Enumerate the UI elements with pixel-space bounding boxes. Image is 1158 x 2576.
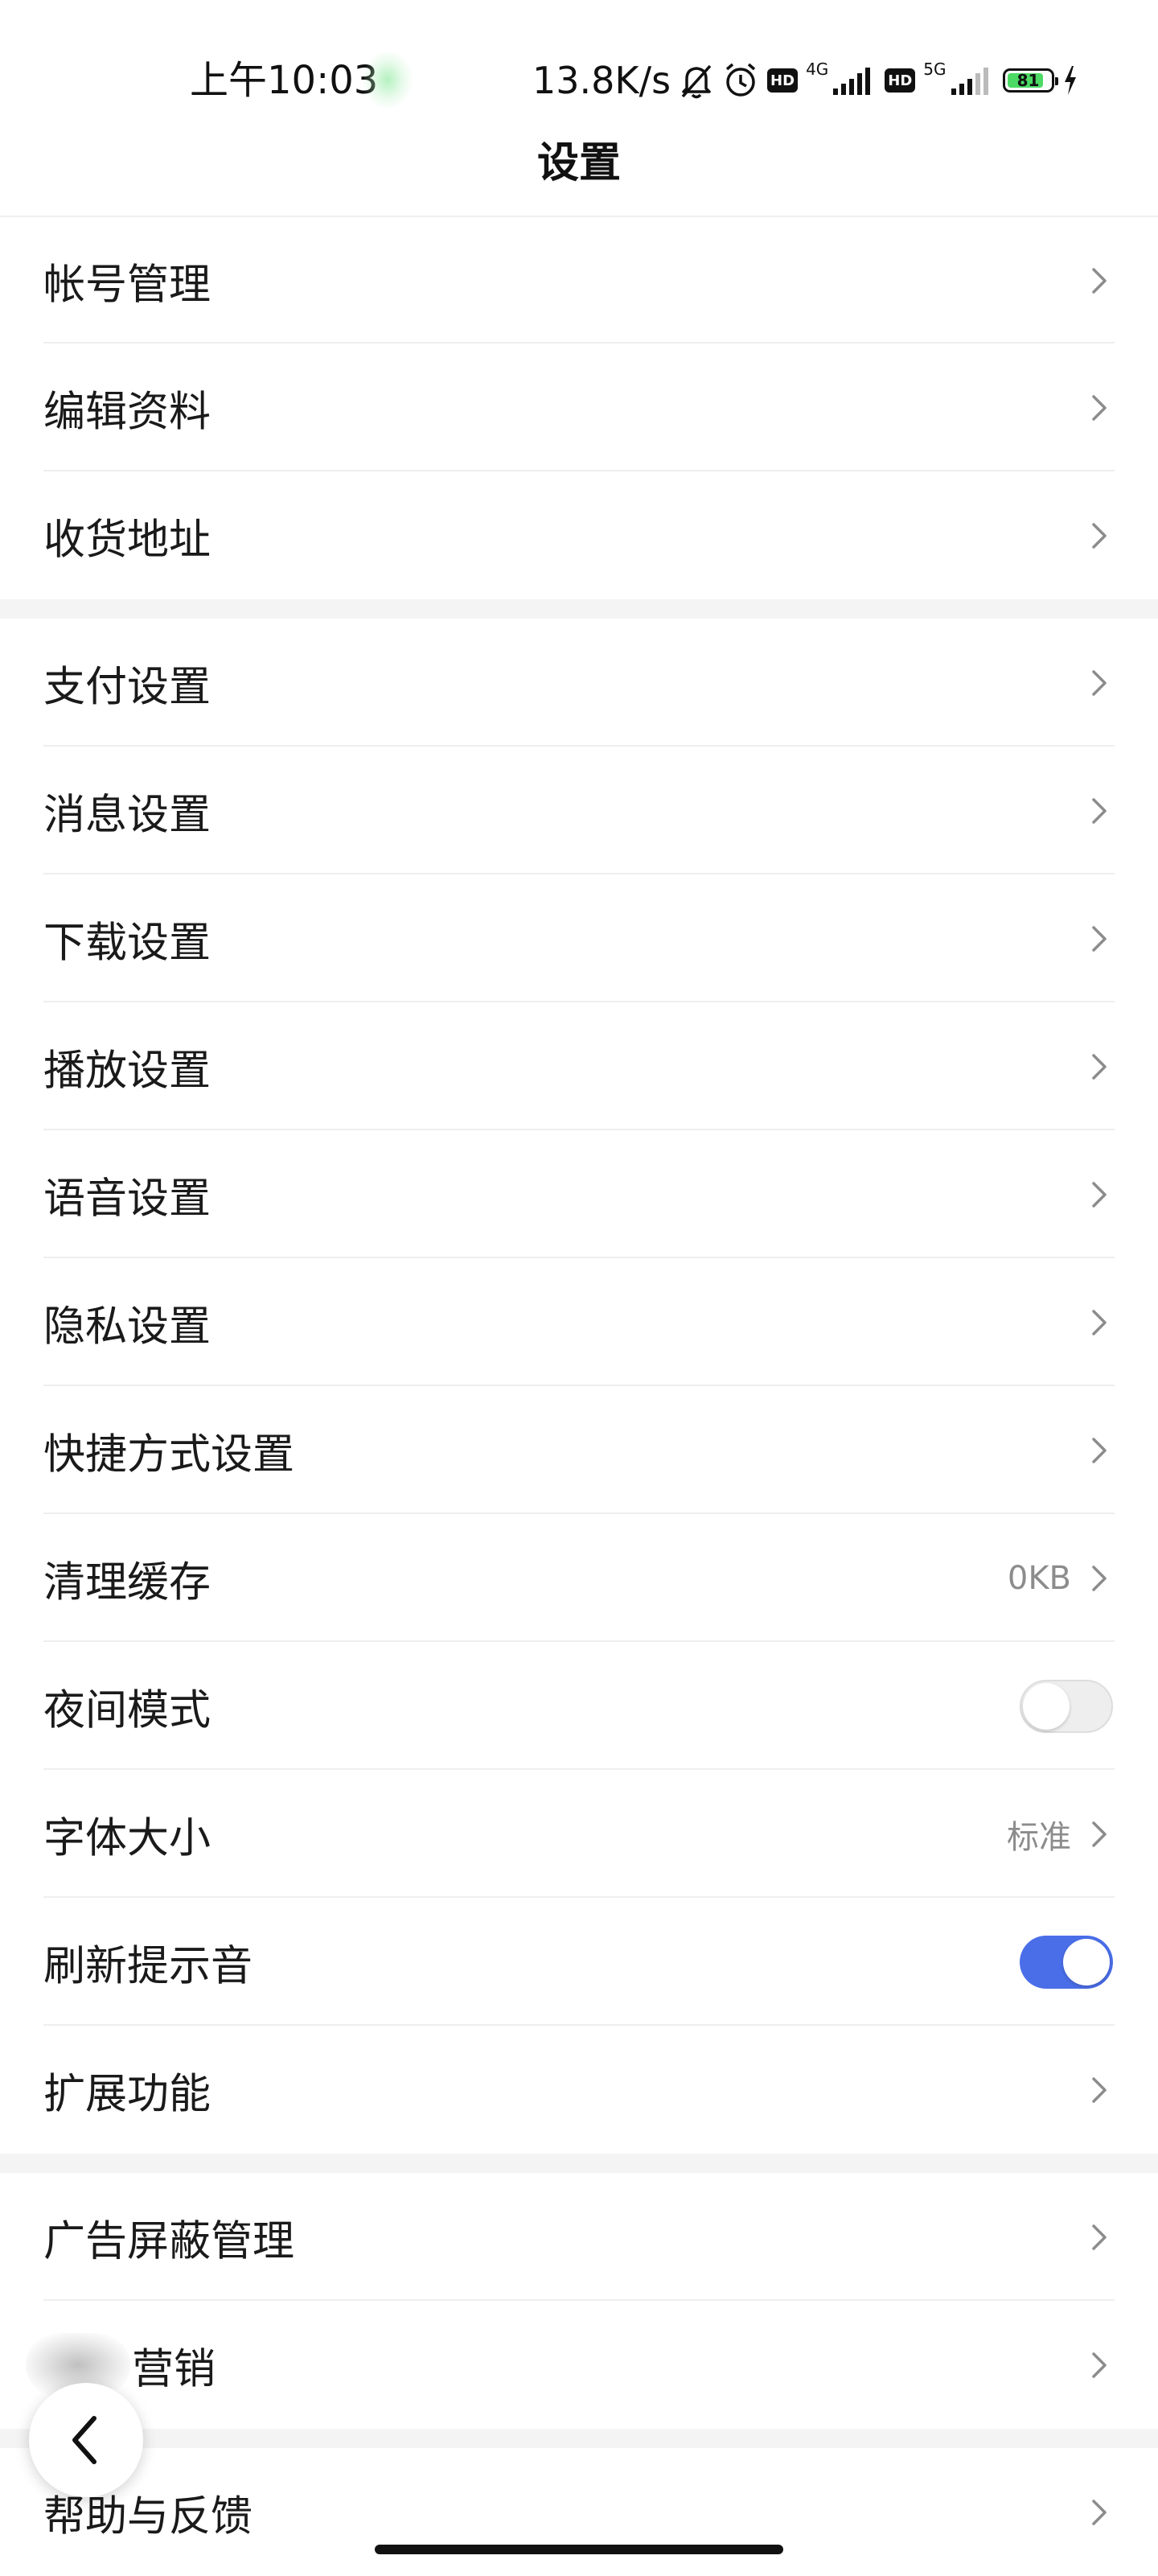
chevron-right-icon bbox=[1092, 2499, 1107, 2525]
alarm-icon bbox=[722, 61, 759, 100]
network-speed: 13.8K/s bbox=[532, 59, 671, 102]
chevron-right-icon bbox=[1092, 1565, 1107, 1591]
chevron-right-icon bbox=[1092, 2224, 1107, 2250]
chevron-right-icon bbox=[1092, 1437, 1107, 1463]
group-separator bbox=[0, 599, 1158, 619]
settings-item-label: 营销 bbox=[132, 2345, 216, 2393]
chevron-right-icon bbox=[1092, 925, 1107, 952]
settings-item-label: 下载设置 bbox=[43, 919, 211, 967]
status-indicators: 13.8K/s HD 4G HD 5G 81 bbox=[532, 56, 1078, 105]
settings-item-label: 消息设置 bbox=[43, 791, 211, 839]
network-type-4g: 4G bbox=[806, 60, 829, 79]
settings-item-account-management[interactable]: 帐号管理 bbox=[0, 217, 1158, 344]
settings-item-edit-profile[interactable]: 编辑资料 bbox=[0, 344, 1158, 471]
chevron-right-icon bbox=[1092, 1309, 1107, 1335]
settings-item-clear-cache[interactable]: 清理缓存 0KB bbox=[0, 1514, 1158, 1642]
settings-item-message-settings[interactable]: 消息设置 bbox=[0, 747, 1158, 874]
chevron-right-icon bbox=[1092, 522, 1107, 549]
settings-list: 帐号管理 编辑资料 收货地址 支付设置 消息设置 下载设置 播放设置 语音设置 bbox=[0, 216, 1158, 2576]
settings-item-download-settings[interactable]: 下载设置 bbox=[0, 874, 1158, 1002]
signal-5g-icon bbox=[950, 64, 995, 97]
network-type-5g: 5G bbox=[923, 60, 947, 79]
settings-item-shortcut-settings[interactable]: 快捷方式设置 bbox=[0, 1386, 1158, 1514]
page-title: 设置 bbox=[536, 139, 621, 187]
settings-item-label: 帐号管理 bbox=[43, 261, 211, 309]
status-time: 上午10:03 bbox=[190, 58, 379, 103]
settings-item-label: 刷新提示音 bbox=[43, 1942, 253, 1990]
back-button[interactable] bbox=[29, 2383, 143, 2497]
hd-icon: HD bbox=[767, 68, 799, 93]
settings-item-marketing[interactable]: 营销 bbox=[0, 2301, 1158, 2429]
settings-item-label: 播放设置 bbox=[43, 1047, 211, 1095]
chevron-right-icon bbox=[1092, 1181, 1107, 1208]
hd-icon: HD bbox=[885, 68, 916, 93]
settings-item-font-size[interactable]: 字体大小 标准 bbox=[0, 1770, 1158, 1898]
status-notification-blur bbox=[363, 51, 412, 108]
signal-4g-icon bbox=[832, 64, 877, 97]
battery-level: 81 bbox=[1016, 71, 1040, 90]
settings-item-label: 夜间模式 bbox=[43, 1686, 211, 1734]
settings-item-payment-settings[interactable]: 支付设置 bbox=[0, 619, 1158, 747]
status-bar: 上午10:03 13.8K/s HD 4G HD 5G 81 bbox=[0, 0, 1158, 158]
settings-item-label: 扩展功能 bbox=[43, 2070, 211, 2118]
settings-item-label: 编辑资料 bbox=[43, 388, 211, 436]
settings-item-playback-settings[interactable]: 播放设置 bbox=[0, 1002, 1158, 1130]
chevron-right-icon bbox=[1092, 1821, 1107, 1847]
settings-item-ad-blocking[interactable]: 广告屏蔽管理 bbox=[0, 2173, 1158, 2301]
chevron-right-icon bbox=[1092, 2076, 1107, 2103]
settings-item-shipping-address[interactable]: 收货地址 bbox=[0, 471, 1158, 599]
chevron-right-icon bbox=[1092, 669, 1107, 696]
settings-item-night-mode: 夜间模式 bbox=[0, 1642, 1158, 1770]
settings-item-label: 清理缓存 bbox=[43, 1558, 211, 1607]
charging-icon bbox=[1062, 64, 1078, 97]
settings-item-privacy-settings[interactable]: 隐私设置 bbox=[0, 1258, 1158, 1386]
settings-item-label: 支付设置 bbox=[43, 663, 211, 711]
refresh-sound-toggle[interactable] bbox=[1020, 1935, 1113, 1989]
chevron-right-icon bbox=[1092, 267, 1107, 294]
settings-item-label: 广告屏蔽管理 bbox=[43, 2217, 295, 2265]
group-separator bbox=[0, 2429, 1158, 2448]
settings-item-label: 语音设置 bbox=[43, 1175, 211, 1223]
settings-item-extensions[interactable]: 扩展功能 bbox=[0, 2026, 1158, 2154]
settings-item-label: 收货地址 bbox=[43, 516, 211, 564]
group-separator bbox=[0, 2154, 1158, 2173]
settings-item-refresh-sound: 刷新提示音 bbox=[0, 1898, 1158, 2026]
chevron-left-icon bbox=[72, 2416, 96, 2464]
settings-item-voice-settings[interactable]: 语音设置 bbox=[0, 1130, 1158, 1258]
settings-item-label: 字体大小 bbox=[43, 1814, 211, 1862]
chevron-right-icon bbox=[1092, 394, 1107, 421]
settings-item-help-feedback[interactable]: 帮助与反馈 bbox=[0, 2448, 1158, 2576]
battery-icon: 81 bbox=[1002, 68, 1058, 93]
chevron-right-icon bbox=[1092, 1053, 1107, 1080]
settings-item-label: 快捷方式设置 bbox=[43, 1430, 295, 1479]
settings-item-label: 隐私设置 bbox=[43, 1302, 211, 1351]
home-indicator[interactable] bbox=[375, 2545, 783, 2554]
night-mode-toggle[interactable] bbox=[1020, 1679, 1113, 1733]
chevron-right-icon bbox=[1092, 2352, 1107, 2378]
font-size-value: 标准 bbox=[1007, 1818, 1071, 1856]
chevron-right-icon bbox=[1092, 797, 1107, 824]
cache-size-value: 0KB bbox=[1007, 1559, 1071, 1597]
bell-muted-icon bbox=[679, 61, 714, 100]
